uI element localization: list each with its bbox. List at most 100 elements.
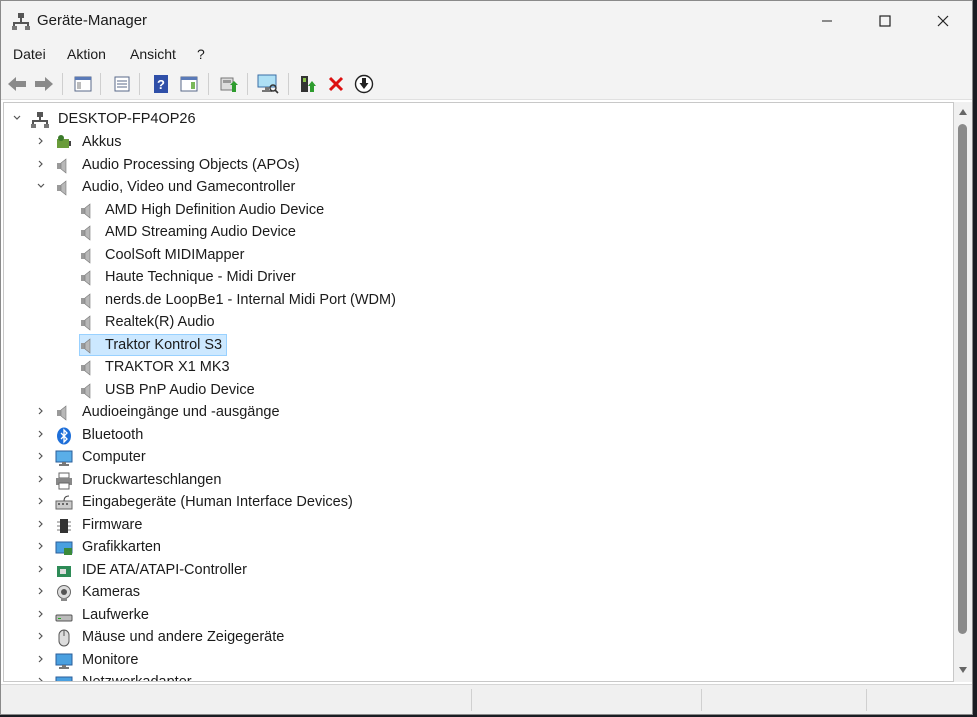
device-label: USB PnP Audio Device xyxy=(105,381,255,398)
tree-device[interactable]: AMD Streaming Audio Device xyxy=(4,221,504,243)
tree-device[interactable]: Traktor Kontrol S3 xyxy=(4,334,504,356)
menu-help[interactable]: ? xyxy=(197,46,205,62)
display-adapter-icon xyxy=(55,541,73,555)
action-pane-button[interactable] xyxy=(178,73,200,95)
uninstall-button[interactable] xyxy=(325,73,347,95)
show-hide-console-tree-button[interactable] xyxy=(72,73,94,95)
status-divider xyxy=(866,689,867,711)
menu-datei[interactable]: Datei xyxy=(13,46,46,62)
tree-category[interactable]: Akkus xyxy=(4,131,504,153)
tree-device[interactable]: Realtek(R) Audio xyxy=(4,311,504,333)
menu-aktion[interactable]: Aktion xyxy=(67,46,106,62)
update-driver-button[interactable] xyxy=(218,73,240,95)
vertical-scrollbar[interactable] xyxy=(954,102,972,682)
tree-device[interactable]: Haute Technique - Midi Driver xyxy=(4,266,504,288)
tree-category[interactable]: Laufwerke xyxy=(4,604,504,626)
chevron-right-icon[interactable] xyxy=(36,586,46,596)
menu-bar: Datei Aktion Ansicht ? xyxy=(1,41,972,69)
chevron-right-icon[interactable] xyxy=(36,159,46,169)
tree-category[interactable]: Druckwarteschlangen xyxy=(4,469,504,491)
chevron-down-icon[interactable] xyxy=(36,181,46,191)
category-label: Bluetooth xyxy=(82,426,144,443)
scrollbar-thumb[interactable] xyxy=(958,124,967,634)
scroll-down-icon[interactable] xyxy=(958,666,968,674)
tree-device[interactable]: CoolSoft MIDIMapper xyxy=(4,244,504,266)
speaker-icon xyxy=(81,225,91,241)
tree-category[interactable]: Firmware xyxy=(4,514,504,536)
menu-ansicht[interactable]: Ansicht xyxy=(130,46,176,62)
toolbar: ? xyxy=(1,69,972,100)
battery-icon xyxy=(57,135,71,148)
tree-category[interactable]: Audio, Video und Gamecontroller xyxy=(4,176,504,198)
category-label: Computer xyxy=(82,449,146,465)
tree-category[interactable]: Bluetooth xyxy=(4,424,504,446)
chevron-down-icon[interactable] xyxy=(12,113,22,123)
tree-category[interactable]: IDE ATA/ATAPI-Controller xyxy=(4,559,504,581)
scan-hardware-icon xyxy=(257,74,279,94)
hid-icon xyxy=(55,495,73,510)
back-icon xyxy=(8,77,26,91)
forward-button[interactable] xyxy=(33,73,55,95)
category-label: Druckwarteschlangen xyxy=(82,471,222,488)
chevron-right-icon[interactable] xyxy=(36,429,46,439)
chevron-right-icon[interactable] xyxy=(36,631,46,641)
disable-device-button[interactable] xyxy=(353,73,375,95)
camera-icon xyxy=(57,585,71,601)
properties-view-icon xyxy=(114,76,130,92)
device-label: Realtek(R) Audio xyxy=(105,314,215,330)
category-label: Audio Processing Objects (APOs) xyxy=(82,156,300,173)
tree-category[interactable]: Kameras xyxy=(4,581,504,603)
forward-icon xyxy=(35,77,53,91)
speaker-icon xyxy=(81,270,91,286)
minimize-button[interactable] xyxy=(798,1,856,41)
speaker-icon xyxy=(57,180,67,196)
chevron-right-icon[interactable] xyxy=(36,654,46,664)
scroll-up-icon[interactable] xyxy=(958,108,968,116)
maximize-icon xyxy=(879,15,891,27)
enable-device-button[interactable] xyxy=(297,73,319,95)
device-label: Traktor Kontrol S3 xyxy=(105,336,223,353)
category-label: Eingabegeräte (Human Interface Devices) xyxy=(82,494,353,510)
tree-category[interactable]: Netzwerkadapter xyxy=(4,671,504,682)
device-manager-window: Geräte-Manager Datei Aktion Ansicht ? ? … xyxy=(0,0,973,715)
chevron-right-icon[interactable] xyxy=(36,541,46,551)
close-button[interactable] xyxy=(914,1,972,41)
tree-root[interactable]: DESKTOP-FP4OP26 xyxy=(4,108,304,130)
speaker-icon xyxy=(81,202,91,219)
chevron-right-icon[interactable] xyxy=(36,406,46,416)
help-icon: ? xyxy=(154,75,168,93)
category-label: Audio, Video und Gamecontroller xyxy=(82,179,296,195)
chevron-right-icon[interactable] xyxy=(36,676,46,682)
tree-category[interactable]: Computer xyxy=(4,446,504,468)
device-tree[interactable]: DESKTOP-FP4OP26 Akkus Audio Processing Ob… xyxy=(3,102,954,682)
chevron-right-icon[interactable] xyxy=(36,451,46,461)
tree-device[interactable]: AMD High Definition Audio Device xyxy=(4,199,504,221)
chevron-right-icon[interactable] xyxy=(36,609,46,619)
tree-device[interactable]: nerds.de LoopBe1 - Internal Midi Port (W… xyxy=(4,289,504,311)
chevron-right-icon[interactable] xyxy=(36,474,46,484)
chevron-right-icon[interactable] xyxy=(36,519,46,529)
chevron-right-icon[interactable] xyxy=(36,564,46,574)
tree-device[interactable]: TRAKTOR X1 MK3 xyxy=(4,356,504,378)
chevron-right-icon[interactable] xyxy=(36,496,46,506)
tree-category[interactable]: Audio Processing Objects (APOs) xyxy=(4,154,504,176)
category-label: Monitore xyxy=(82,651,139,668)
chevron-right-icon[interactable] xyxy=(36,136,46,146)
maximize-button[interactable] xyxy=(856,1,914,41)
tree-category[interactable]: Monitore xyxy=(4,649,504,671)
properties-button[interactable] xyxy=(111,73,133,95)
speaker-icon xyxy=(81,360,91,376)
help-button[interactable]: ? xyxy=(150,73,172,95)
close-icon xyxy=(937,15,949,27)
tree-category[interactable]: Mäuse und andere Zeigegeräte xyxy=(4,626,504,648)
action-pane-icon xyxy=(180,76,198,92)
tree-category[interactable]: Eingabegeräte (Human Interface Devices) xyxy=(4,491,504,513)
show-hide-console-tree-icon xyxy=(74,76,92,92)
mouse-icon xyxy=(58,629,70,647)
tree-category[interactable]: Grafikkarten xyxy=(4,536,504,558)
scan-hardware-button[interactable] xyxy=(257,73,279,95)
back-button[interactable] xyxy=(6,73,28,95)
tree-category[interactable]: Audioeingänge und -ausgänge xyxy=(4,401,504,423)
tree-device[interactable]: USB PnP Audio Device xyxy=(4,379,504,401)
title-bar[interactable]: Geräte-Manager xyxy=(1,1,972,41)
